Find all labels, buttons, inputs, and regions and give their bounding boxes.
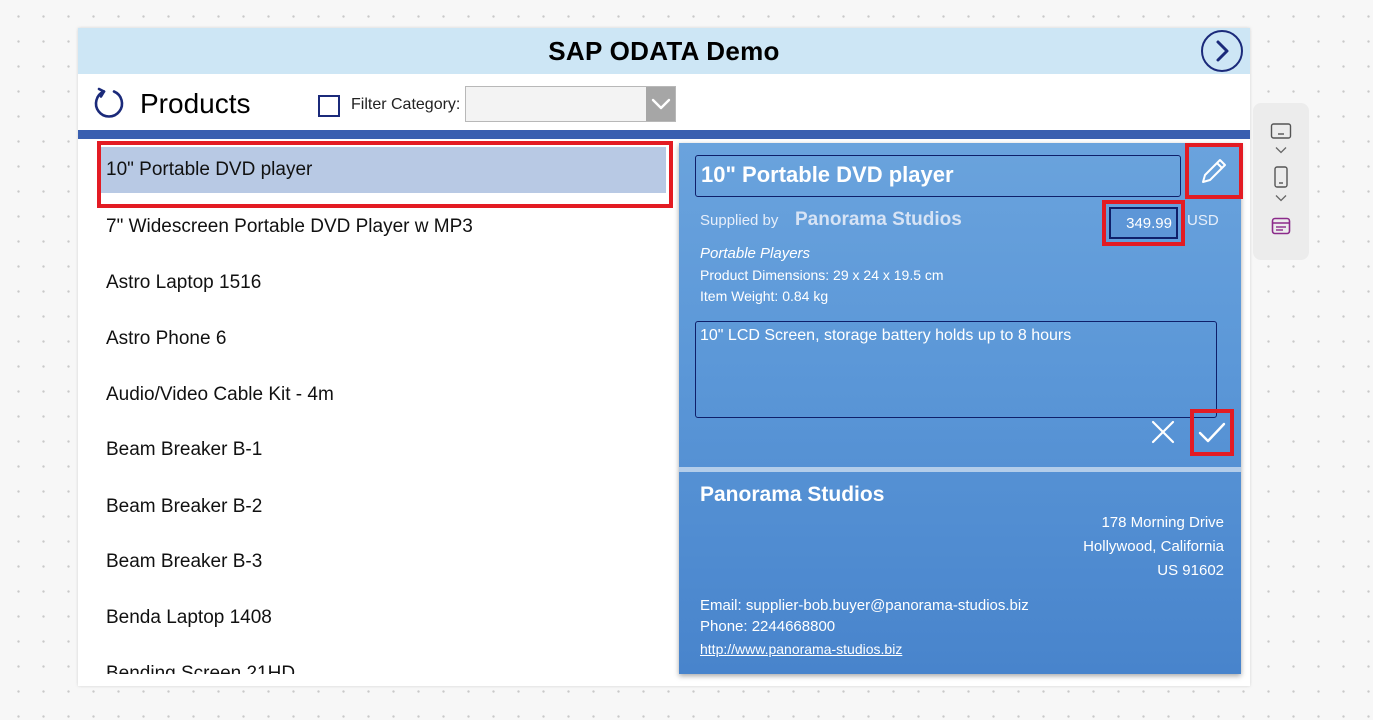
dimensions-label: Product Dimensions: 29 x 24 x 19.5 cm [700, 267, 944, 283]
price-highlight: 349.99 [1102, 200, 1185, 246]
supplier-name: Panorama Studios [795, 209, 962, 230]
header-divider [78, 130, 1250, 139]
list-item[interactable]: Bending Screen 21HD [98, 651, 666, 674]
list-item[interactable]: Beam Breaker B-3 [98, 539, 666, 585]
app-title: SAP ODATA Demo [548, 35, 780, 66]
supplier-email: Email: supplier-bob.buyer@panorama-studi… [700, 597, 1029, 614]
phone-portrait-icon[interactable] [1273, 166, 1289, 188]
category-label: Portable Players [700, 245, 811, 262]
product-name-input[interactable]: 10" Portable DVD player [695, 155, 1181, 197]
filter-category-label: Filter Category: [351, 96, 461, 113]
list-item[interactable]: Audio/Video Cable Kit - 4m [98, 372, 666, 418]
list-item[interactable]: Beam Breaker B-1 [98, 427, 666, 473]
page-title: Products [140, 88, 251, 119]
device-preview-panel [1253, 103, 1309, 260]
filter-category-checkbox[interactable] [318, 95, 340, 117]
chevron-down-icon[interactable] [1275, 194, 1287, 202]
title-bar: SAP ODATA Demo [78, 28, 1250, 74]
supplier-phone: Phone: 2244668800 [700, 618, 836, 635]
dropdown-arrow[interactable] [646, 87, 675, 121]
pencil-icon [1202, 159, 1226, 183]
description-input[interactable]: 10" LCD Screen, storage battery holds up… [695, 321, 1217, 418]
list-item[interactable]: Beam Breaker B-2 [98, 484, 666, 530]
confirm-button[interactable] [1190, 409, 1234, 456]
weight-label: Item Weight: 0.84 kg [700, 288, 829, 304]
form-icon[interactable] [1271, 217, 1291, 235]
toolbar: Products Filter Category: [78, 74, 1250, 130]
price-input[interactable]: 349.99 [1109, 207, 1178, 239]
supplier-address-line3: US 91602 [1157, 562, 1224, 579]
list-item[interactable]: 10" Portable DVD player [98, 147, 666, 193]
supplier-title: Panorama Studios [700, 483, 885, 506]
check-icon [1198, 422, 1226, 442]
edit-button[interactable] [1185, 143, 1243, 199]
supplier-website-link[interactable]: http://www.panorama-studios.biz [700, 641, 902, 657]
cancel-button[interactable] [1148, 417, 1178, 447]
app-canvas: SAP ODATA Demo Products Filter Category:… [78, 28, 1250, 686]
section-divider [679, 467, 1241, 472]
list-item[interactable]: Benda Laptop 1408 [98, 595, 666, 641]
product-detail-panel: 10" Portable DVD player Supplied by Pano… [679, 143, 1243, 674]
list-item[interactable]: 7" Widescreen Portable DVD Player w MP3 [98, 204, 666, 250]
tablet-landscape-icon[interactable] [1270, 122, 1292, 140]
products-gallery[interactable]: 10" Portable DVD player 7" Widescreen Po… [78, 139, 676, 674]
list-item[interactable]: Astro Phone 6 [98, 316, 666, 362]
chevron-right-circle-icon [1216, 40, 1229, 62]
next-screen-button[interactable] [1201, 30, 1243, 72]
chevron-down-icon[interactable] [1275, 146, 1287, 154]
close-icon [1151, 420, 1175, 444]
chevron-down-icon [651, 98, 670, 110]
supplier-address-line2: Hollywood, California [1083, 538, 1224, 555]
list-item[interactable]: Astro Laptop 1516 [98, 260, 666, 306]
filter-category-dropdown[interactable] [465, 86, 676, 122]
refresh-icon[interactable] [92, 86, 126, 120]
supplied-by-label: Supplied by [700, 212, 779, 229]
supplier-address-line1: 178 Morning Drive [1101, 514, 1224, 531]
currency-label: USD [1187, 212, 1219, 229]
